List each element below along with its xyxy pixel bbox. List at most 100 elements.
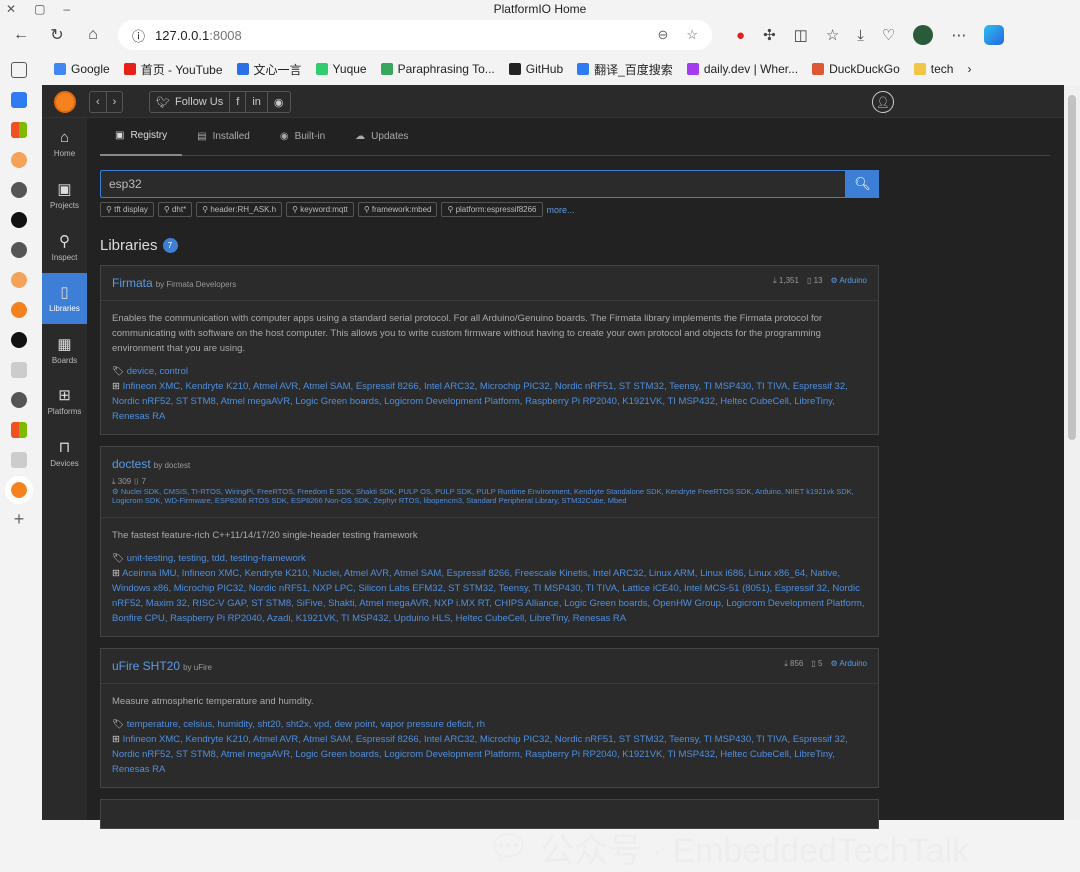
zoom-icon[interactable]: ⊖ [657, 27, 668, 43]
tab-icon[interactable] [11, 92, 27, 108]
framework[interactable]: ⚙ Arduino [830, 659, 867, 669]
active-tab-platformio-icon[interactable] [11, 482, 27, 498]
search-suggestion-chip[interactable]: ⚲ dht* [158, 202, 192, 217]
downloads-count: 1,351 [779, 276, 799, 285]
platforms-links[interactable]: Aceinna IMU, Infineon XMC, Kendryte K210… [112, 568, 865, 624]
boards-icon: ▦ [57, 335, 71, 353]
tab-icon[interactable] [11, 272, 27, 288]
bookmark-item[interactable]: 首页 - YouTube [124, 61, 223, 78]
bookmark-item[interactable]: Yuque [316, 62, 367, 76]
tab-icon[interactable] [11, 122, 27, 138]
search-suggestion-chip[interactable]: ⚲ keyword:mqtt [286, 202, 354, 217]
library-name-link[interactable]: doctest [112, 457, 151, 471]
maximize-icon[interactable]: ▢ [34, 2, 45, 16]
github-tab-icon[interactable] [11, 212, 27, 228]
sidebar-item-libraries[interactable]: ▯Libraries [42, 273, 87, 325]
library-name-link[interactable]: uFire SHT20 [112, 659, 180, 673]
search-icon: ⚲ [364, 205, 372, 214]
search-button[interactable]: 🔍︎ [846, 170, 879, 198]
forward-button[interactable]: › [107, 92, 123, 112]
bookmarks-overflow-icon[interactable]: › [967, 62, 971, 76]
opera-extension-icon[interactable]: ● [736, 27, 745, 44]
examples: ▯ 5 [811, 659, 822, 669]
follow-us-button[interactable]: 🐦︎Follow Us [150, 92, 230, 112]
more-icon[interactable]: ⋯ [951, 26, 966, 44]
search-suggestion-chip[interactable]: ⚲ framework:mbed [358, 202, 438, 217]
refresh-icon[interactable]: ↻ [46, 25, 68, 45]
extensions-icon[interactable]: ✣ [763, 26, 776, 44]
favorites-icon[interactable]: ☆ [826, 26, 839, 44]
tab-icon[interactable] [11, 152, 27, 168]
bookmark-item[interactable]: GitHub [509, 62, 563, 76]
github-tab-icon[interactable] [11, 392, 27, 408]
platforms-links[interactable]: Infineon XMC, Kendryte K210, Atmel AVR, … [112, 381, 848, 422]
sidebar-item-platforms[interactable]: ⊞Platforms [42, 376, 87, 428]
more-suggestions-link[interactable]: more... [547, 205, 575, 215]
keywords-links[interactable]: device, control [127, 366, 188, 377]
search-suggestion-chip[interactable]: ⚲ platform:espressif8266 [441, 202, 542, 217]
tab-panel-icon[interactable] [11, 62, 27, 78]
github-icon[interactable]: ◉ [268, 92, 290, 112]
back-button[interactable]: ‹ [90, 92, 107, 112]
bookmark-item[interactable]: DuckDuckGo [812, 62, 900, 76]
platforms-links[interactable]: Infineon XMC, Kendryte K210, Atmel AVR, … [112, 734, 848, 775]
search-input[interactable] [100, 170, 846, 198]
installed-icon: ▤ [197, 131, 206, 142]
bookmark-icon [687, 63, 699, 75]
home-icon[interactable]: ⌂ [82, 26, 104, 44]
minimize-icon[interactable]: – [63, 2, 70, 16]
tab-updates[interactable]: ☁Updates [340, 118, 423, 156]
sidebar-item-inspect[interactable]: ⚲Inspect [42, 221, 87, 273]
keywords-links[interactable]: temperature, celsius, humidity, sht20, s… [127, 719, 485, 730]
linkedin-icon[interactable]: in [246, 92, 268, 112]
github-tab-icon[interactable] [11, 182, 27, 198]
info-icon[interactable]: ⓘ [132, 26, 145, 45]
page-scrollbar[interactable] [1064, 85, 1080, 820]
library-name-link[interactable]: Firmata [112, 276, 153, 290]
bookmark-item[interactable]: 翻译_百度搜索 [577, 61, 673, 78]
profile-avatar[interactable] [913, 25, 933, 45]
sidebar-item-boards[interactable]: ▦Boards [42, 324, 87, 376]
split-screen-icon[interactable]: ◫ [794, 26, 808, 44]
new-tab-icon[interactable]: + [11, 512, 27, 528]
tab-icon[interactable] [11, 422, 27, 438]
bookmark-item[interactable]: Paraphrasing To... [381, 62, 495, 76]
close-window-icon[interactable]: ✕ [6, 2, 16, 16]
tab-registry[interactable]: ▣Registry [100, 118, 182, 156]
bookmark-item[interactable]: tech [914, 62, 954, 76]
scrollbar-thumb[interactable] [1068, 95, 1076, 440]
tab-icon[interactable] [11, 302, 27, 318]
tab-built-in[interactable]: ◉Built-in [265, 118, 340, 156]
facebook-icon[interactable]: f [230, 92, 246, 112]
download-icon[interactable]: ⤓ [857, 27, 864, 44]
search-suggestion-chip[interactable]: ⚲ tft display [100, 202, 154, 217]
bookmark-item[interactable]: Google [54, 62, 110, 76]
github-tab-icon[interactable] [11, 242, 27, 258]
search-icon: ⚲ [106, 205, 114, 214]
copilot-icon[interactable] [984, 25, 1004, 45]
platformio-logo[interactable] [54, 91, 76, 113]
bookmark-label: tech [931, 62, 954, 76]
tab-installed[interactable]: ▤Installed [182, 118, 265, 156]
frameworks-text[interactable]: Nuclei SDK, CMSIS, TI-RTOS, WiringPi, Fr… [112, 487, 854, 505]
back-icon[interactable]: ← [10, 26, 32, 44]
url-input[interactable]: ⓘ 127.0.0.1:8008 ⊖☆ [118, 20, 712, 50]
framework-name: Arduino [839, 276, 867, 285]
sidebar-item-projects[interactable]: ▣Projects [42, 170, 87, 222]
search-suggestion-chip[interactable]: ⚲ header:RH_ASK.h [196, 202, 282, 217]
github-tab-icon[interactable] [11, 332, 27, 348]
bookmark-item[interactable]: 文心一言 [237, 61, 302, 78]
library-stats: ⤓ 1,351▯ 13⚙ Arduino [773, 276, 867, 286]
tab-icon[interactable] [11, 362, 27, 378]
user-account-icon[interactable]: 👤︎ [872, 91, 894, 113]
sidebar-item-devices[interactable]: ⊓Devices [42, 427, 87, 479]
examples-icon: ▯ [807, 276, 814, 285]
keywords-links[interactable]: unit-testing, testing, tdd, testing-fram… [127, 553, 306, 564]
bookmark-item[interactable]: daily.dev | Wher... [687, 62, 798, 76]
health-icon[interactable]: ♡ [882, 26, 895, 44]
sidebar-item-home[interactable]: ⌂Home [42, 118, 87, 170]
favorite-star-icon[interactable]: ☆ [686, 27, 698, 43]
library-title-block: uFire SHT20 by uFire [112, 659, 212, 673]
framework[interactable]: ⚙ Arduino [830, 276, 867, 286]
tab-icon[interactable] [11, 452, 27, 468]
